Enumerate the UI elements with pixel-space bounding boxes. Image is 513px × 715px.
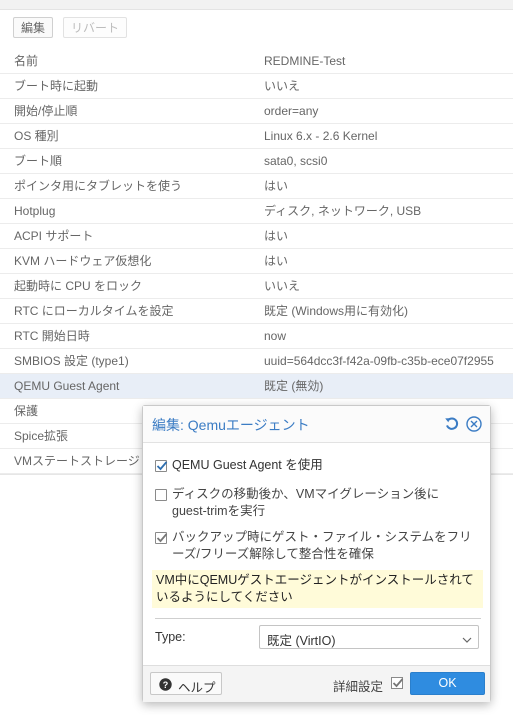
option-key: QEMU Guest Agent [14, 379, 120, 393]
dialog-title-bar: 編集: Qemuエージェント [143, 406, 490, 443]
option-value: uuid=564dcc3f-f42a-09fb-c35b-ece07f2955 [264, 354, 494, 368]
option-value: Linux 6.x - 2.6 Kernel [264, 129, 378, 143]
option-row-kvm[interactable]: KVM ハードウェア仮想化 はい [0, 249, 513, 274]
fstrim-label: ディスクの移動後か、VMマイグレーション後にguest-trimを実行 [172, 487, 440, 518]
use-agent-label: QEMU Guest Agent を使用 [172, 458, 323, 472]
option-key: ブート順 [14, 154, 63, 168]
option-key: ACPI サポート [14, 229, 94, 243]
install-agent-note: VM中にQEMUゲストエージェントがインストールされているようにしてください [152, 570, 483, 608]
option-row-tablet[interactable]: ポインタ用にタブレットを使う はい [0, 174, 513, 199]
dialog-footer: ? ヘルプ 詳細設定 OK [143, 665, 490, 702]
type-select-value: 既定 (VirtIO) [267, 634, 336, 648]
option-value: sata0, scsi0 [264, 154, 328, 168]
option-row-agent[interactable]: QEMU Guest Agent 既定 (無効) [0, 374, 513, 399]
option-value: はい [264, 254, 289, 268]
dialog-separator [155, 618, 481, 619]
dialog-title: 編集: Qemuエージェント [152, 417, 310, 433]
type-label: Type: [155, 630, 186, 644]
option-key: 開始/停止順 [14, 104, 78, 118]
option-row-acpi[interactable]: ACPI サポート はい [0, 224, 513, 249]
help-label: ヘルプ [178, 681, 216, 695]
option-row-startup[interactable]: 開始/停止順 order=any [0, 99, 513, 124]
option-row-hotplug[interactable]: Hotplug ディスク, ネットワーク, USB [0, 199, 513, 224]
option-row-cpu-lock[interactable]: 起動時に CPU をロック いいえ [0, 274, 513, 299]
option-row-localtime[interactable]: RTC にローカルタイムを設定 既定 (Windows用に有効化) [0, 299, 513, 324]
use-agent-checkbox[interactable] [155, 460, 168, 472]
option-key: OS 種別 [14, 129, 59, 143]
ok-button[interactable]: OK [410, 672, 485, 695]
option-key: 保護 [14, 404, 39, 418]
fstrim-checkbox[interactable] [155, 489, 167, 501]
option-row-ostype[interactable]: OS 種別 Linux 6.x - 2.6 Kernel [0, 124, 513, 149]
option-value: REDMINE-Test [264, 54, 346, 68]
advanced-checkbox[interactable] [391, 677, 404, 689]
help-icon: ? [159, 678, 172, 694]
option-value: いいえ [264, 79, 301, 93]
option-value: はい [264, 179, 289, 193]
top-strip [0, 0, 513, 10]
option-value: 既定 (無効) [264, 379, 324, 393]
option-value: ディスク, ネットワーク, USB [264, 204, 422, 218]
type-select[interactable]: 既定 (VirtIO) [259, 625, 479, 649]
freeze-fs-label: バックアップ時にゲスト・ファイル・システムをフリーズ/フリーズ解除して整合性を確… [172, 530, 472, 561]
option-row-onboot[interactable]: ブート時に起動 いいえ [0, 74, 513, 99]
option-key: Hotplug [14, 204, 56, 218]
option-value: はい [264, 229, 289, 243]
reset-icon[interactable] [444, 416, 460, 432]
option-key: ブート時に起動 [14, 79, 99, 93]
svg-text:?: ? [163, 680, 169, 690]
option-key: 名前 [14, 54, 39, 68]
toolbar: 編集 リバート [0, 10, 513, 44]
option-row-startdate[interactable]: RTC 開始日時 now [0, 324, 513, 349]
option-value: order=any [264, 104, 319, 118]
option-value: 既定 (Windows用に有効化) [264, 304, 409, 318]
option-key: Spice拡張 [14, 429, 69, 443]
advanced-label: 詳細設定 [333, 680, 384, 694]
option-key: VMステートストレージ [14, 454, 140, 468]
edit-button[interactable]: 編集 [13, 17, 54, 38]
freeze-fs-checkbox[interactable] [155, 532, 168, 544]
revert-button[interactable]: リバート [63, 17, 128, 38]
option-key: ポインタ用にタブレットを使う [14, 179, 183, 193]
option-key: RTC にローカルタイムを設定 [14, 304, 174, 318]
option-key: SMBIOS 設定 (type1) [14, 354, 129, 368]
chevron-down-icon [462, 633, 472, 647]
option-key: RTC 開始日時 [14, 329, 90, 343]
option-row-name[interactable]: 名前 REDMINE-Test [0, 49, 513, 74]
option-key: KVM ハードウェア仮想化 [14, 254, 152, 268]
option-row-boot[interactable]: ブート順 sata0, scsi0 [0, 149, 513, 174]
option-row-smbios[interactable]: SMBIOS 設定 (type1) uuid=564dcc3f-f42a-09fb… [0, 349, 513, 374]
help-button[interactable]: ? ヘルプ [150, 672, 222, 695]
option-key: 起動時に CPU をロック [14, 279, 143, 293]
option-value: now [264, 329, 287, 343]
qemu-agent-dialog: 編集: Qemuエージェント QEMU Guest Agent を使用 ディスク… [142, 405, 491, 702]
option-value: いいえ [264, 279, 301, 293]
close-icon[interactable] [466, 416, 482, 432]
